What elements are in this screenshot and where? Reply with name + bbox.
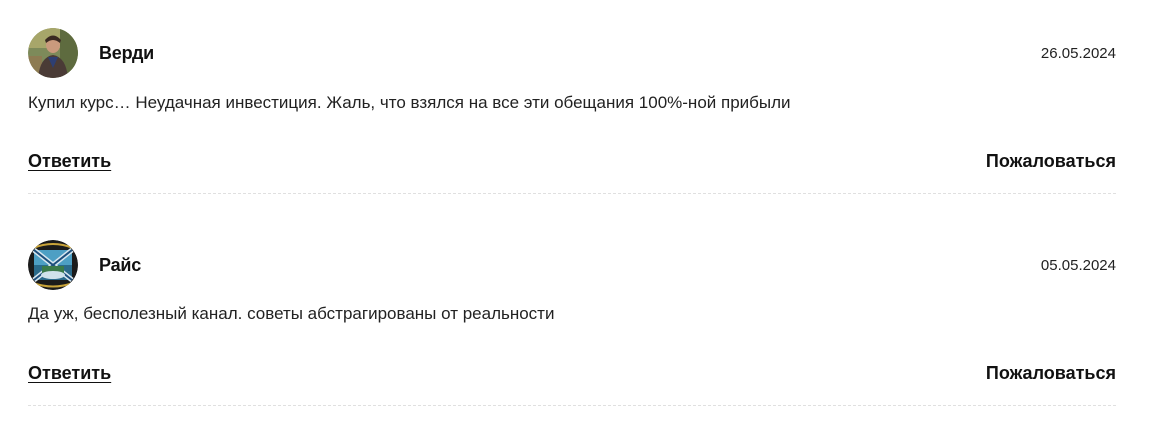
divider: [28, 193, 1116, 194]
comment-actions: Ответить Пожаловаться: [28, 363, 1116, 389]
comments-list: Верди 26.05.2024 Купил курс… Неудачная и…: [28, 0, 1116, 423]
author-name: Райс: [99, 255, 142, 275]
comment-header: Райс 05.05.2024: [28, 240, 1116, 292]
reply-link[interactable]: Ответить: [28, 363, 111, 384]
comment-text: Купил курс… Неудачная инвестиция. Жаль, …: [28, 93, 791, 112]
reply-link[interactable]: Ответить: [28, 151, 111, 172]
report-link[interactable]: Пожаловаться: [986, 151, 1116, 172]
divider: [28, 405, 1116, 406]
comment-item: Райс 05.05.2024 Да уж, бесполезный канал…: [28, 212, 1116, 423]
avatar-emblem-icon: [28, 240, 78, 290]
comment-item: Верди 26.05.2024 Купил курс… Неудачная и…: [28, 0, 1116, 212]
comment-date: 05.05.2024: [1040, 257, 1116, 274]
comment-header: Верди 26.05.2024: [28, 28, 1116, 80]
author-name: Верди: [99, 43, 155, 63]
avatar: [28, 28, 78, 78]
avatar: [28, 240, 78, 290]
comment-actions: Ответить Пожаловаться: [28, 151, 1116, 177]
comment-text: Да уж, бесполезный канал. советы абстраг…: [28, 304, 555, 323]
avatar-photo-icon: [28, 28, 78, 78]
report-link[interactable]: Пожаловаться: [986, 363, 1116, 384]
comment-date: 26.05.2024: [1040, 45, 1116, 62]
